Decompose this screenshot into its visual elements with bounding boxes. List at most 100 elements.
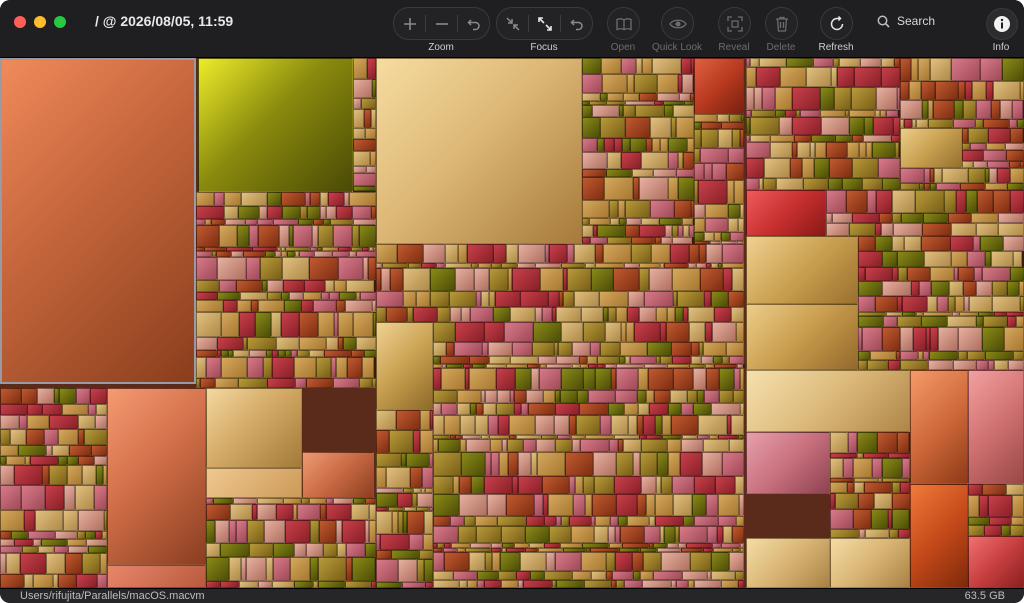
- treemap-tile[interactable]: [667, 364, 689, 368]
- treemap-tile[interactable]: [353, 219, 376, 225]
- treemap-tile[interactable]: [718, 516, 736, 526]
- treemap-tile[interactable]: [249, 543, 273, 557]
- treemap-tile[interactable]: [673, 291, 677, 307]
- treemap-tile[interactable]: [897, 251, 924, 267]
- treemap-tile[interactable]: [542, 307, 552, 322]
- treemap-tile[interactable]: [585, 494, 592, 516]
- treemap-tile[interactable]: [625, 356, 630, 364]
- treemap-tile[interactable]: [353, 128, 365, 139]
- treemap-tile[interactable]: [224, 192, 241, 206]
- treemap-tile[interactable]: [988, 360, 994, 370]
- treemap-tile[interactable]: [196, 225, 219, 247]
- treemap-tile[interactable]: [810, 142, 815, 158]
- treemap-tile[interactable]: [646, 138, 652, 152]
- treemap-tile[interactable]: [554, 342, 558, 356]
- treemap-tile[interactable]: [687, 138, 694, 152]
- treemap-tile[interactable]: [863, 453, 888, 458]
- treemap-tile[interactable]: [597, 364, 605, 368]
- treemap-tile[interactable]: [82, 553, 100, 574]
- treemap-tile[interactable]: [877, 432, 897, 453]
- treemap-tile[interactable]: [1001, 525, 1010, 536]
- treemap-tile[interactable]: [854, 478, 878, 482]
- treemap-tile[interactable]: [676, 117, 694, 138]
- treemap-tile[interactable]: [239, 312, 255, 337]
- treemap-tile[interactable]: [746, 432, 830, 494]
- treemap-tile[interactable]: [301, 498, 309, 504]
- treemap-tile[interactable]: [736, 516, 744, 526]
- treemap-tile[interactable]: [595, 263, 624, 268]
- treemap-tile[interactable]: [677, 291, 704, 307]
- treemap-tile[interactable]: [600, 415, 611, 435]
- treemap-tile[interactable]: [746, 304, 858, 370]
- treemap-tile[interactable]: [646, 494, 655, 516]
- treemap-tile[interactable]: [858, 351, 870, 360]
- treemap-tile[interactable]: [883, 316, 897, 327]
- treemap-tile[interactable]: [948, 213, 971, 223]
- treemap-tile[interactable]: [535, 307, 542, 322]
- treemap-tile[interactable]: [196, 312, 221, 337]
- treemap-tile[interactable]: [962, 143, 970, 150]
- treemap-tile[interactable]: [299, 337, 326, 350]
- treemap-tile[interactable]: [451, 543, 470, 548]
- treemap-tile[interactable]: [644, 364, 667, 368]
- treemap-tile[interactable]: [833, 58, 839, 67]
- treemap-tile[interactable]: [196, 257, 217, 280]
- treemap-tile[interactable]: [49, 465, 67, 485]
- treemap-tile[interactable]: [446, 364, 463, 368]
- treemap-tile[interactable]: [257, 498, 283, 504]
- treemap-tile[interactable]: [0, 404, 27, 415]
- treemap-tile[interactable]: [450, 307, 461, 322]
- treemap-tile[interactable]: [22, 546, 38, 553]
- treemap-tile[interactable]: [243, 251, 265, 257]
- treemap-tile[interactable]: [607, 237, 631, 244]
- treemap-tile[interactable]: [54, 388, 59, 404]
- treemap-tile[interactable]: [518, 476, 542, 494]
- treemap-tile[interactable]: [904, 119, 912, 128]
- treemap-tile[interactable]: [706, 244, 722, 263]
- treemap-tile[interactable]: [346, 280, 374, 292]
- treemap-tile[interactable]: [854, 482, 864, 493]
- treemap-tile[interactable]: [992, 281, 1007, 296]
- treemap-tile[interactable]: [237, 300, 251, 312]
- treemap-tile[interactable]: [196, 192, 214, 206]
- treemap-tile[interactable]: [459, 476, 471, 494]
- treemap-tile[interactable]: [502, 543, 514, 548]
- treemap-tile[interactable]: [826, 190, 846, 213]
- treemap-tile[interactable]: [614, 476, 641, 494]
- treemap-tile[interactable]: [723, 526, 732, 543]
- treemap-tile[interactable]: [900, 58, 911, 81]
- treemap-tile[interactable]: [460, 439, 466, 452]
- treemap-tile[interactable]: [545, 244, 549, 263]
- treemap-tile[interactable]: [912, 119, 916, 128]
- treemap-tile[interactable]: [540, 268, 563, 291]
- treemap-tile[interactable]: [626, 218, 641, 225]
- treemap-tile[interactable]: [1020, 161, 1024, 168]
- treemap-tile[interactable]: [374, 280, 376, 292]
- treemap-tile[interactable]: [444, 415, 460, 435]
- treemap-tile[interactable]: [64, 485, 75, 510]
- treemap-tile[interactable]: [987, 161, 1009, 168]
- treemap-tile[interactable]: [882, 458, 902, 478]
- treemap-tile[interactable]: [661, 552, 690, 571]
- treemap-tile[interactable]: [509, 415, 535, 435]
- treemap-tile[interactable]: [734, 368, 740, 390]
- treemap-tile[interactable]: [581, 552, 606, 571]
- treemap-tile[interactable]: [894, 58, 900, 67]
- treemap-tile[interactable]: [1016, 316, 1024, 327]
- treemap-tile[interactable]: [530, 571, 544, 580]
- treemap-tile[interactable]: [488, 342, 512, 356]
- treemap-tile[interactable]: [497, 390, 510, 403]
- treemap-tile[interactable]: [698, 415, 727, 435]
- treemap-tile[interactable]: [847, 482, 854, 493]
- treemap-tile[interactable]: [683, 225, 689, 237]
- treemap-tile[interactable]: [980, 236, 1003, 251]
- treemap-tile[interactable]: [470, 543, 491, 548]
- focus-out-button[interactable]: [497, 8, 528, 39]
- treemap-tile[interactable]: [520, 291, 548, 307]
- treemap-tile[interactable]: [971, 213, 998, 223]
- treemap-tile[interactable]: [247, 357, 263, 378]
- treemap-tile[interactable]: [334, 280, 346, 292]
- treemap-tile[interactable]: [496, 368, 515, 390]
- treemap-tile[interactable]: [929, 351, 958, 360]
- treemap-tile[interactable]: [381, 268, 390, 291]
